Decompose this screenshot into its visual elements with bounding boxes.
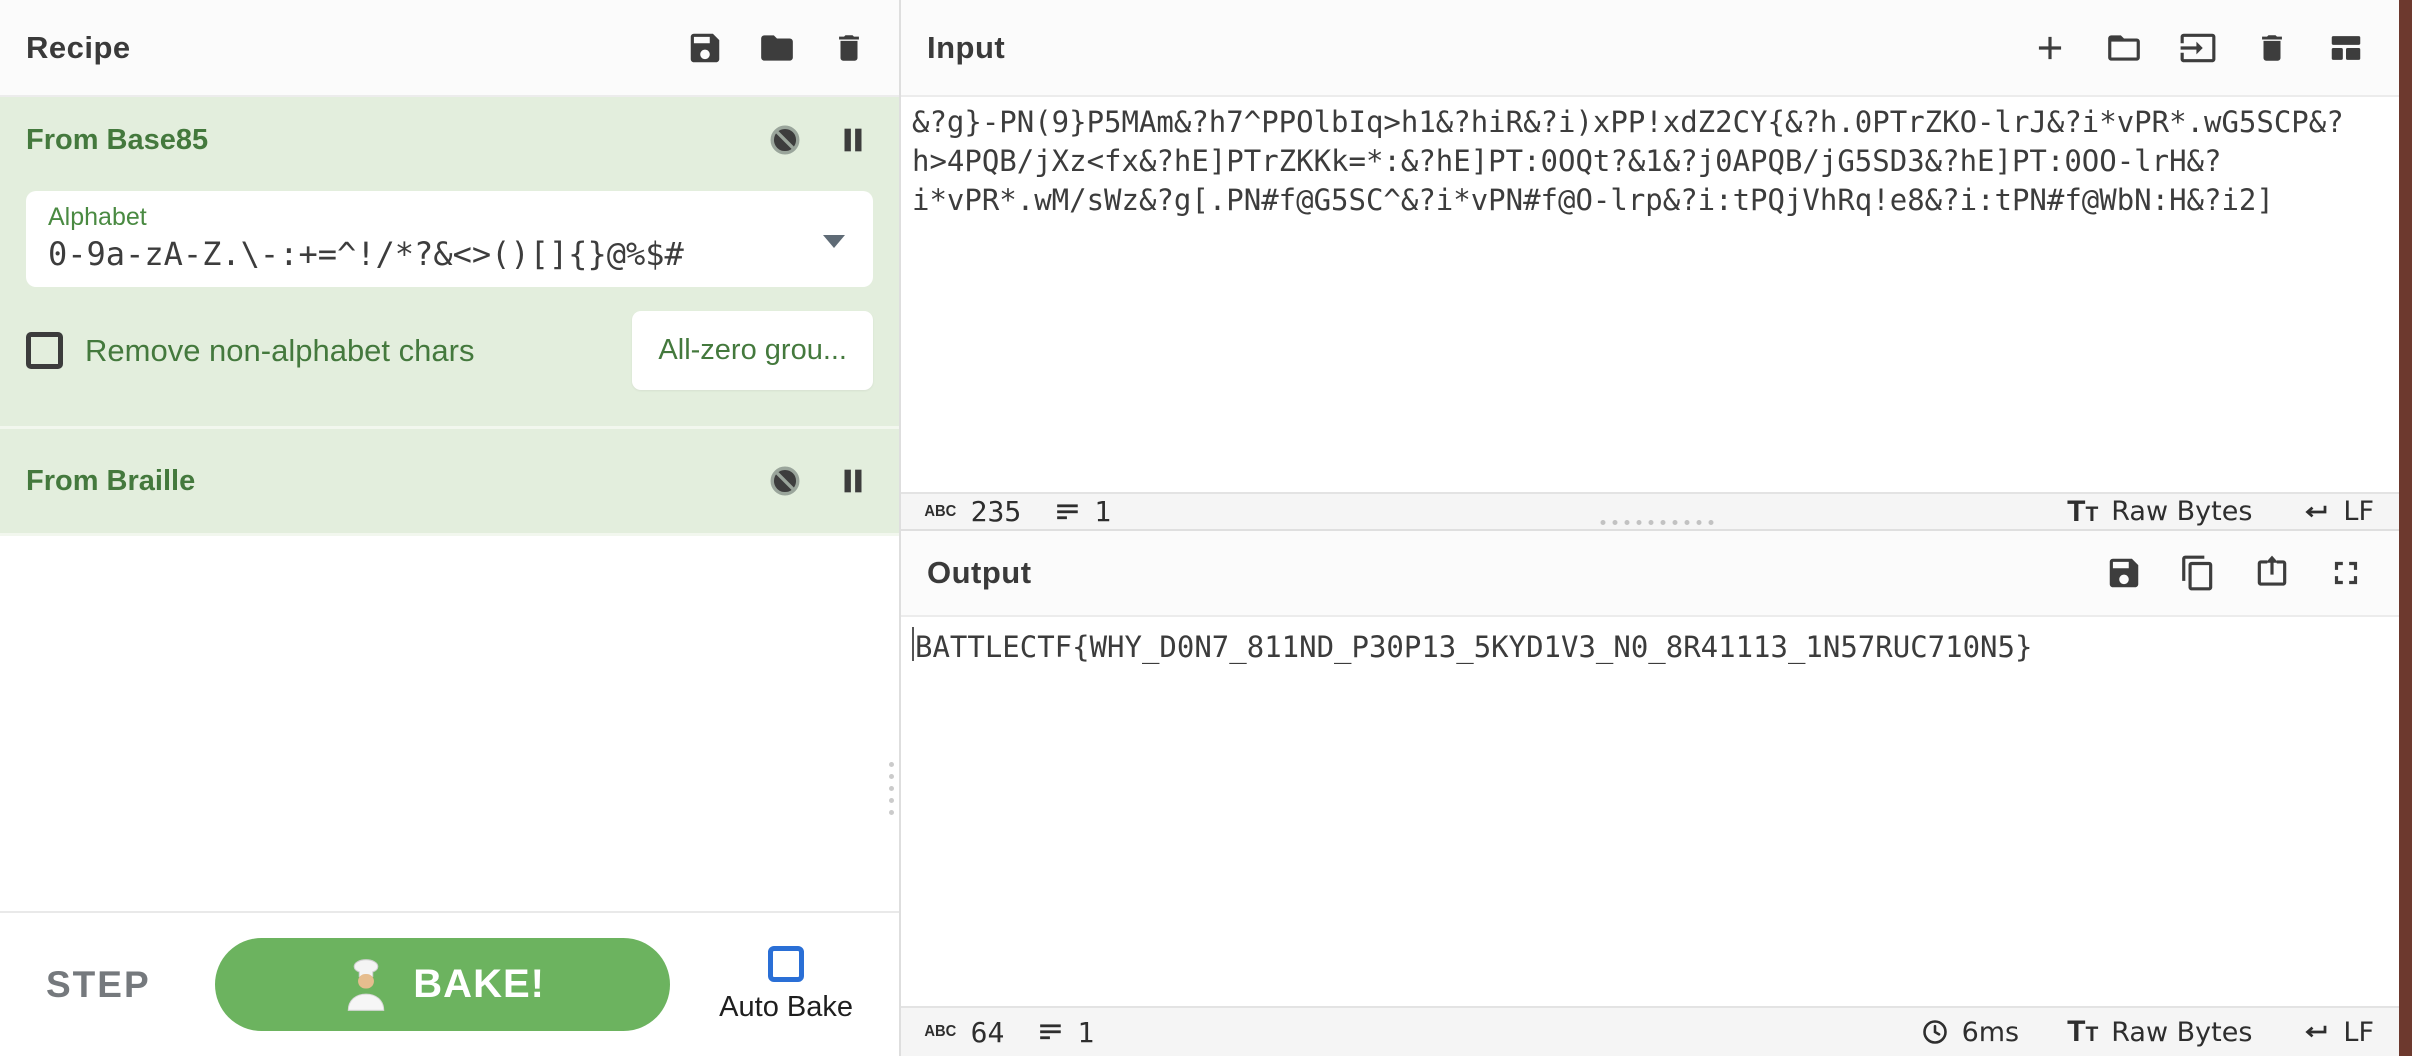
- bake-button-label: BAKE!: [413, 962, 545, 1007]
- output-char-count: ABC 64: [923, 1016, 1004, 1049]
- reset-layout-icon[interactable]: [2326, 28, 2366, 68]
- remove-non-alphabet-checkbox[interactable]: [26, 332, 63, 369]
- input-line-count: 1: [1055, 495, 1111, 528]
- operation-from-braille[interactable]: From Braille: [0, 429, 899, 536]
- cyberchef-app: Recipe From Base85: [0, 0, 2412, 1056]
- pane-resize-handle-vertical[interactable]: [889, 762, 894, 815]
- bake-button[interactable]: BAKE!: [215, 938, 670, 1031]
- replace-input-icon[interactable]: [2252, 553, 2292, 593]
- chef-icon: [339, 958, 393, 1012]
- save-output-icon[interactable]: [2104, 553, 2144, 593]
- input-text-line: i*vPR*.wM/sWz&?g[.PN#f@G5SC^&?i*vPN#f@O-…: [912, 181, 2398, 220]
- output-header: Output: [901, 531, 2412, 617]
- input-text-line: &?g}-PN(9}P5MAm&?h7^PPOlbIq>h1&?hiR&?i)x…: [912, 103, 2398, 142]
- recipe-title: Recipe: [26, 30, 131, 66]
- text-cursor: [912, 627, 914, 661]
- chevron-down-icon[interactable]: [823, 235, 845, 248]
- auto-bake-label: Auto Bake: [719, 991, 853, 1024]
- alphabet-field[interactable]: Alphabet 0-9a-zA-Z.\-:+=^!/*?&<>()[]{}@%…: [26, 191, 873, 287]
- open-folder-icon[interactable]: [2104, 28, 2144, 68]
- line-count-icon: [1055, 499, 1081, 525]
- auto-bake-control: Auto Bake: [719, 946, 853, 1024]
- output-encoding-value[interactable]: Raw Bytes: [2111, 1017, 2252, 1048]
- recipe-pane: Recipe From Base85: [0, 0, 901, 1056]
- copy-output-icon[interactable]: [2178, 553, 2218, 593]
- line-ending-icon[interactable]: [2300, 497, 2330, 527]
- save-recipe-icon[interactable]: [685, 28, 725, 68]
- step-button[interactable]: STEP: [46, 964, 151, 1006]
- char-count-icon: ABC: [924, 1023, 956, 1041]
- all-zero-group-button[interactable]: All-zero grou...: [632, 311, 873, 390]
- input-header: Input: [901, 0, 2412, 97]
- operation-title-row: From Braille: [26, 429, 873, 533]
- operation-from-base85[interactable]: From Base85 Alphabet 0-9a-zA-Z.\-:+=^!/*…: [0, 97, 899, 429]
- disable-operation-icon[interactable]: [765, 461, 805, 501]
- output-section: Output BATTLECTF{WHY: [901, 531, 2412, 1056]
- input-char-count: ABC 235: [923, 495, 1021, 528]
- input-encoding-value[interactable]: Raw Bytes: [2111, 496, 2252, 527]
- window-edge-strip: [2399, 0, 2412, 1056]
- bake-time-value: 6ms: [1962, 1017, 2020, 1048]
- output-text: BATTLECTF{WHY_D0N7_811ND_P30P13_5KYD1V3_…: [915, 630, 2032, 664]
- output-line-ending-value[interactable]: LF: [2343, 1017, 2374, 1048]
- input-line-ending-value[interactable]: LF: [2343, 496, 2374, 527]
- operation-name: From Braille: [26, 465, 195, 498]
- output-text-area[interactable]: BATTLECTF{WHY_D0N7_811ND_P30P13_5KYD1V3_…: [901, 617, 2412, 1006]
- input-text-line: h>4PQB/jXz<fx&?hE]PTrZKKk=*:&?hE]PT:0OQt…: [912, 142, 2398, 181]
- disable-operation-icon[interactable]: [765, 120, 805, 160]
- pane-resize-handle-horizontal[interactable]: [1600, 520, 1713, 525]
- line-count-icon: [1038, 1019, 1064, 1045]
- recipe-header: Recipe: [0, 0, 899, 97]
- recipe-controls-bar: STEP BAKE! Auto Bake: [0, 911, 899, 1056]
- io-pane: Input: [901, 0, 2412, 1056]
- alphabet-value[interactable]: 0-9a-zA-Z.\-:+=^!/*?&<>()[]{}@%$#: [48, 235, 851, 273]
- clear-recipe-icon[interactable]: [829, 28, 869, 68]
- encoding-icon[interactable]: TT: [2067, 1017, 2098, 1047]
- breakpoint-icon[interactable]: [833, 461, 873, 501]
- bake-time-icon: [1921, 1018, 1949, 1046]
- operation-name: From Base85: [26, 124, 208, 157]
- output-line-count: 1: [1038, 1016, 1094, 1049]
- remove-non-alphabet-label: Remove non-alphabet chars: [85, 333, 474, 369]
- output-title: Output: [927, 555, 1032, 591]
- load-recipe-icon[interactable]: [757, 28, 797, 68]
- line-ending-icon[interactable]: [2300, 1017, 2330, 1047]
- recipe-list-empty-area[interactable]: [0, 536, 899, 911]
- auto-bake-checkbox[interactable]: [768, 946, 804, 982]
- input-title: Input: [927, 30, 1005, 66]
- open-input-icon[interactable]: [2178, 28, 2218, 68]
- clear-io-icon[interactable]: [2252, 28, 2292, 68]
- maximize-output-icon[interactable]: [2326, 553, 2366, 593]
- breakpoint-icon[interactable]: [833, 120, 873, 160]
- input-section: Input: [901, 0, 2412, 531]
- char-count-icon: ABC: [924, 503, 956, 521]
- alphabet-label: Alphabet: [48, 203, 851, 232]
- add-input-tab-icon[interactable]: [2030, 28, 2070, 68]
- input-text-area[interactable]: &?g}-PN(9}P5MAm&?h7^PPOlbIq>h1&?hiR&?i)x…: [901, 97, 2412, 492]
- encoding-icon[interactable]: TT: [2067, 497, 2098, 527]
- output-status-bar: ABC 64 1 6ms TT Raw Bytes LF: [901, 1006, 2412, 1056]
- operation-title-row: From Base85: [26, 97, 873, 183]
